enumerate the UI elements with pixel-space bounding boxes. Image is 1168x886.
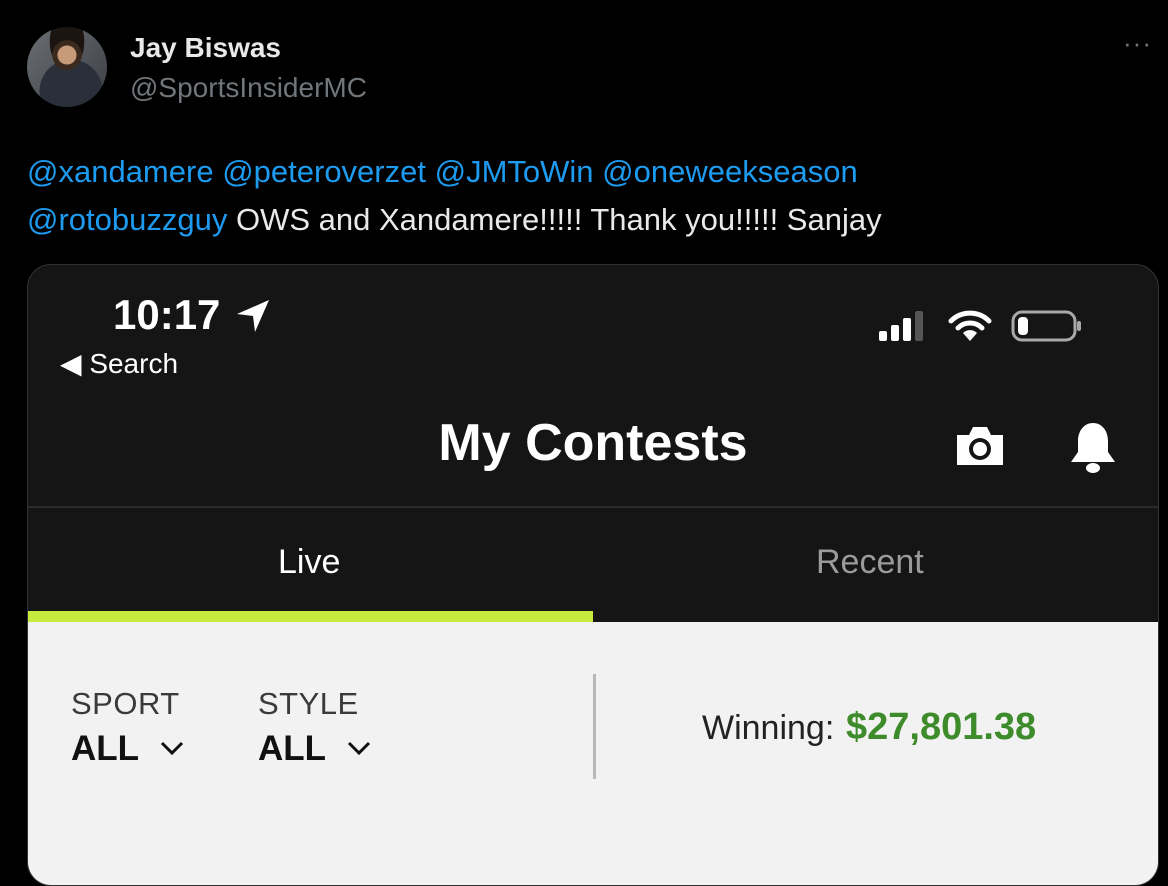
sport-filter-label: SPORT bbox=[71, 686, 180, 721]
mention-link[interactable]: @oneweekseason bbox=[602, 154, 858, 189]
bell-icon[interactable] bbox=[1068, 420, 1118, 476]
mention-link[interactable]: @xandamere bbox=[27, 154, 214, 189]
mention-link[interactable]: @JMToWin bbox=[435, 154, 594, 189]
style-filter-dropdown[interactable]: ALL bbox=[258, 729, 326, 769]
mention-link[interactable]: @rotobuzzguy bbox=[27, 202, 227, 237]
chevron-down-icon[interactable] bbox=[160, 740, 184, 756]
signal-icon bbox=[879, 311, 923, 341]
battery-icon bbox=[1011, 310, 1081, 342]
back-to-search[interactable]: ◀ Search bbox=[60, 347, 178, 380]
contest-panel: SPORT ALL STYLE ALL Winning: $27,801.38 bbox=[28, 622, 1158, 885]
winning-label: Winning: bbox=[702, 709, 835, 747]
tab-live[interactable]: Live bbox=[278, 543, 340, 582]
sport-filter-dropdown[interactable]: ALL bbox=[71, 729, 139, 769]
location-arrow-icon bbox=[237, 300, 269, 332]
active-tab-indicator bbox=[28, 611, 593, 622]
style-filter-label: STYLE bbox=[258, 686, 359, 721]
status-time: 10:17 bbox=[113, 291, 221, 338]
filter-divider bbox=[593, 674, 596, 779]
chevron-down-icon[interactable] bbox=[347, 740, 371, 756]
tweet-media-screenshot[interactable]: 10:17 ◀ Search My Contests Live Recent S… bbox=[27, 264, 1159, 886]
mention-link[interactable]: @peteroverzet bbox=[222, 154, 426, 189]
status-icons bbox=[877, 309, 1083, 343]
header-divider bbox=[28, 506, 1158, 508]
tweet-avatar[interactable] bbox=[27, 27, 107, 107]
camera-icon[interactable] bbox=[953, 423, 1007, 469]
tab-recent[interactable]: Recent bbox=[816, 543, 924, 582]
tweet-body: OWS and Xandamere!!!!! Thank you!!!!! Sa… bbox=[235, 202, 882, 237]
wifi-icon bbox=[948, 310, 992, 341]
tweet-text: @xandamere @peteroverzet @JMToWin @onewe… bbox=[27, 148, 1147, 244]
more-options-icon[interactable]: ··· bbox=[1123, 28, 1152, 59]
winning-amount: $27,801.38 bbox=[846, 706, 1037, 748]
author-name[interactable]: Jay Biswas bbox=[130, 32, 281, 64]
author-handle[interactable]: @SportsInsiderMC bbox=[130, 72, 367, 104]
